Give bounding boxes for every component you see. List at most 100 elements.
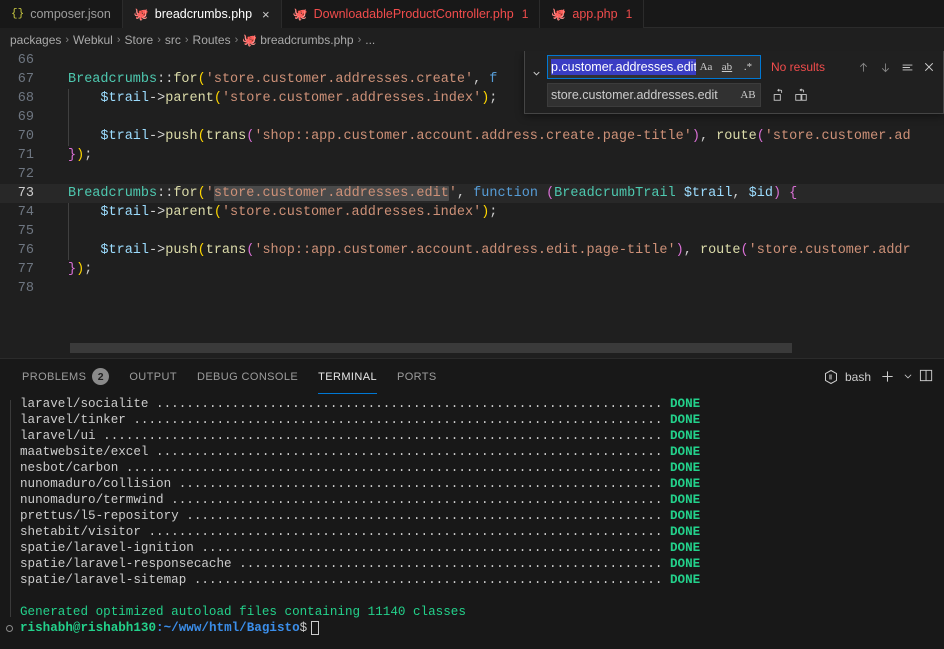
code-line[interactable]: 71}); bbox=[0, 146, 944, 165]
json-icon: {} bbox=[11, 7, 25, 20]
breadcrumb-item[interactable]: src bbox=[165, 33, 181, 47]
line-number: 68 bbox=[17, 91, 34, 106]
panel-tab-terminal[interactable]: TERMINAL bbox=[308, 359, 387, 394]
package-name: laravel/tinker bbox=[20, 413, 134, 427]
package-status: DONE bbox=[669, 461, 701, 475]
vscode-window: {} composer.json 🐙 breadcrumbs.php × 🐙 D… bbox=[0, 0, 944, 649]
breadcrumb-item[interactable]: packages bbox=[10, 33, 61, 47]
prompt-user-host: rishabh@rishabh130 bbox=[20, 621, 157, 635]
terminal-package-line: shetabit/visitor .......................… bbox=[20, 524, 944, 540]
dot-leader: ........................................… bbox=[171, 493, 670, 507]
breadcrumb-item[interactable]: Store bbox=[125, 33, 154, 47]
line-content bbox=[52, 165, 944, 184]
editor-tab-composer-json[interactable]: {} composer.json bbox=[0, 0, 123, 28]
code-token: Breadcrumbs bbox=[68, 186, 158, 201]
code-line[interactable]: 70 $trail->push(trans('shop::app.custome… bbox=[0, 127, 944, 146]
code-token: { bbox=[789, 186, 798, 201]
code-line[interactable]: 74 $trail->parent('store.customer.addres… bbox=[0, 203, 944, 222]
close-icon[interactable]: × bbox=[262, 8, 270, 21]
code-line[interactable]: 73 Breadcrumbs::for('store.customer.addre… bbox=[0, 184, 944, 203]
editor-tab-app-php[interactable]: 🐙 app.php 1 bbox=[540, 0, 645, 28]
breadcrumb-item[interactable]: Routes bbox=[193, 33, 231, 47]
chevron-down-icon[interactable] bbox=[903, 371, 913, 383]
arrow-down-icon[interactable] bbox=[875, 57, 895, 77]
php-icon: 🐙 bbox=[242, 32, 258, 47]
breadcrumb-item[interactable]: breadcrumbs.php bbox=[260, 33, 353, 47]
breadcrumb-item[interactable]: Webkul bbox=[73, 33, 113, 47]
find-input[interactable]: p.customer.addresses.edit Aa ab .* bbox=[547, 55, 761, 79]
code-token: ( bbox=[756, 129, 765, 144]
terminal-prompt-line[interactable]: rishabh@rishabh130:~/www/html/Bagisto $ bbox=[6, 620, 944, 636]
chevron-right-icon: › bbox=[157, 33, 161, 46]
code-token: -> bbox=[149, 129, 166, 144]
code-token: parent bbox=[165, 205, 214, 220]
editor-tab-downloadableproductcontroller-php[interactable]: 🐙 DownloadableProductController.php 1 bbox=[281, 0, 541, 28]
terminal-cube-icon bbox=[823, 369, 839, 385]
replace-action-buttons bbox=[769, 85, 811, 105]
line-number: 76 bbox=[17, 243, 34, 258]
editor-horizontal-scrollbar[interactable] bbox=[70, 343, 792, 353]
dot-leader: ........................................… bbox=[239, 557, 670, 571]
match-case-icon[interactable]: Aa bbox=[696, 57, 716, 77]
code-token: ' bbox=[448, 186, 457, 201]
code-token: ; bbox=[489, 205, 498, 220]
line-content: }); bbox=[52, 146, 944, 165]
code-line[interactable]: 76 $trail->push(trans('shop::app.custome… bbox=[0, 241, 944, 260]
terminal-output[interactable]: laravel/socialite ......................… bbox=[0, 394, 944, 649]
close-icon[interactable] bbox=[919, 57, 939, 77]
code-token: Breadcrumbs bbox=[68, 72, 158, 87]
code-line[interactable]: 78 bbox=[0, 279, 944, 298]
package-status: DONE bbox=[669, 557, 701, 571]
panel-tab-problems[interactable]: PROBLEMS 2 bbox=[12, 359, 119, 394]
match-whole-word-icon[interactable]: ab bbox=[717, 57, 737, 77]
prompt-symbol: $ bbox=[299, 621, 308, 635]
package-name: nesbot/carbon bbox=[20, 461, 126, 475]
code-token: ; bbox=[84, 148, 93, 163]
replace-icon[interactable] bbox=[769, 85, 789, 105]
code-line[interactable]: 72 bbox=[0, 165, 944, 184]
line-number: 74 bbox=[17, 205, 34, 220]
preserve-case-icon[interactable]: AB bbox=[738, 85, 758, 105]
replace-input[interactable]: store.customer.addresses.edit AB bbox=[547, 83, 761, 107]
code-line[interactable]: 77}); bbox=[0, 260, 944, 279]
code-token: push bbox=[165, 129, 198, 144]
bottom-panel: PROBLEMS 2 OUTPUT DEBUG CONSOLE TERMINAL PORT… bbox=[0, 358, 944, 649]
line-content: $trail->push(trans('shop::app.customer.a… bbox=[52, 127, 944, 146]
panel-tab-debug-console[interactable]: DEBUG CONSOLE bbox=[187, 359, 308, 394]
dot-leader: ........................................… bbox=[156, 445, 670, 459]
line-content: Breadcrumbs::for('store.customer.address… bbox=[52, 184, 944, 203]
plus-icon[interactable] bbox=[877, 367, 897, 387]
package-name: spatie/laravel-ignition bbox=[20, 541, 202, 555]
code-token: store.customer.addresses.edit bbox=[213, 186, 449, 201]
code-line[interactable]: 75 bbox=[0, 222, 944, 241]
arrow-up-icon[interactable] bbox=[853, 57, 873, 77]
code-token: route bbox=[716, 129, 757, 144]
code-token: ) bbox=[76, 262, 85, 277]
terminal-package-line: nunomaduro/collision ...................… bbox=[20, 476, 944, 492]
breadcrumb-item-overflow[interactable]: ... bbox=[365, 33, 375, 47]
code-token: ( bbox=[546, 186, 555, 201]
find-in-selection-icon[interactable] bbox=[897, 57, 917, 77]
split-editor-icon[interactable] bbox=[919, 368, 934, 386]
terminal-package-line: laravel/socialite ......................… bbox=[20, 396, 944, 412]
chevron-down-icon[interactable] bbox=[527, 55, 545, 107]
terminal-package-line: nunomaduro/termwind ....................… bbox=[20, 492, 944, 508]
replace-all-icon[interactable] bbox=[791, 85, 811, 105]
terminal-scrollbar[interactable] bbox=[930, 394, 944, 649]
terminal-shell-selector[interactable]: bash bbox=[823, 369, 871, 385]
editor-tab-bar: {} composer.json 🐙 breadcrumbs.php × 🐙 D… bbox=[0, 0, 944, 28]
code-token: ( bbox=[197, 186, 206, 201]
package-status: DONE bbox=[669, 413, 701, 427]
package-name: spatie/laravel-sitemap bbox=[20, 573, 194, 587]
panel-tab-ports[interactable]: PORTS bbox=[387, 359, 447, 394]
code-editor[interactable]: 66 67 Breadcrumbs::for('store.customer.add… bbox=[0, 51, 944, 358]
find-replace-widget[interactable]: p.customer.addresses.edit Aa ab .* No re… bbox=[524, 51, 944, 114]
terminal-package-line: laravel/tinker .........................… bbox=[20, 412, 944, 428]
code-token: ; bbox=[489, 91, 498, 106]
editor-tab-breadcrumbs-php[interactable]: 🐙 breadcrumbs.php × bbox=[122, 0, 282, 28]
editor-tab-label: app.php bbox=[572, 7, 618, 21]
use-regex-icon[interactable]: .* bbox=[738, 57, 758, 77]
line-number: 71 bbox=[17, 148, 34, 163]
panel-tab-output[interactable]: OUTPUT bbox=[119, 359, 187, 394]
